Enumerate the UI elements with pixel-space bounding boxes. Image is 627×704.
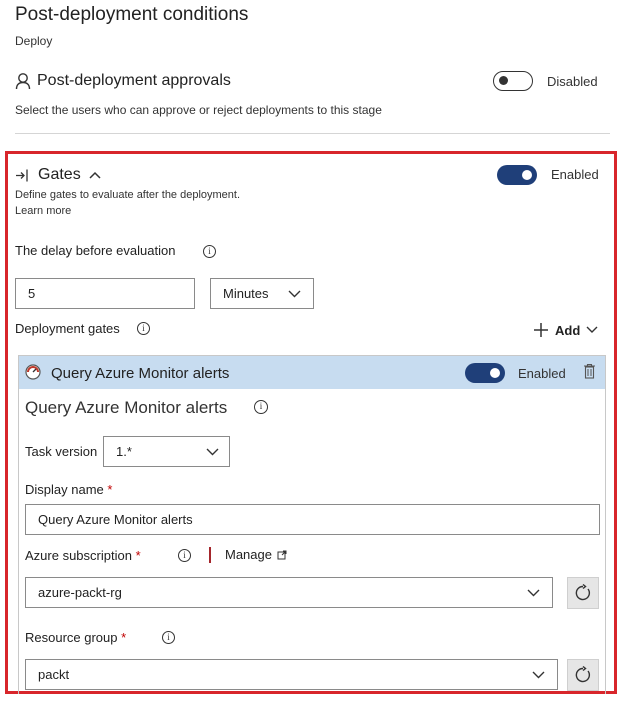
- gate-header-title: Query Azure Monitor alerts: [51, 365, 230, 382]
- manage-label: Manage: [225, 547, 272, 562]
- gate-title-info-icon[interactable]: i: [254, 400, 268, 414]
- section-divider: [15, 133, 610, 134]
- subscription-select[interactable]: azure-packt-rg: [25, 577, 553, 608]
- display-name-input[interactable]: Query Azure Monitor alerts: [25, 504, 600, 535]
- approvals-toggle[interactable]: [493, 71, 533, 91]
- refresh-resource-group-button[interactable]: [567, 659, 599, 691]
- required-marker: *: [135, 548, 141, 563]
- chevron-down-icon: [586, 326, 598, 333]
- gate-arrow-icon: [16, 169, 28, 181]
- plus-icon: [534, 323, 548, 337]
- manage-link[interactable]: Manage: [225, 547, 287, 562]
- approvals-label: Post-deployment approvals: [37, 72, 231, 89]
- separator: [209, 547, 211, 563]
- chevron-up-icon[interactable]: [89, 171, 101, 179]
- delay-info-icon[interactable]: i: [203, 245, 216, 258]
- gates-label: Gates: [38, 166, 81, 183]
- add-gate-button[interactable]: Add: [533, 322, 598, 338]
- required-marker: *: [107, 482, 113, 497]
- gate-item-toggle-label: Enabled: [518, 366, 566, 381]
- chevron-down-icon: [206, 448, 219, 456]
- subscription-label-text: Azure subscription: [25, 548, 132, 563]
- chevron-down-icon: [532, 671, 545, 679]
- refresh-subscription-button[interactable]: [567, 577, 599, 609]
- task-version-select[interactable]: 1.*: [103, 436, 230, 467]
- gates-description: Define gates to evaluate after the deplo…: [15, 189, 241, 201]
- deployment-gates-label: Deployment gates: [15, 321, 120, 336]
- resource-group-value: packt: [38, 667, 70, 682]
- delay-input[interactable]: 5: [15, 278, 195, 309]
- delay-label: The delay before evaluation: [15, 243, 176, 258]
- gates-toggle[interactable]: [497, 165, 537, 185]
- task-version-value: 1.*: [116, 444, 132, 459]
- external-link-icon: [277, 550, 287, 559]
- delay-unit-value: Minutes: [223, 286, 269, 301]
- learn-more-link[interactable]: Learn more: [15, 205, 71, 217]
- delay-unit-select[interactable]: Minutes: [210, 278, 314, 309]
- subscription-label: Azure subscription *: [25, 548, 141, 563]
- subscription-value: azure-packt-rg: [38, 585, 122, 600]
- deployment-gates-info-icon[interactable]: i: [137, 322, 150, 335]
- delay-value: 5: [28, 286, 36, 301]
- resource-group-info-icon[interactable]: i: [162, 631, 175, 644]
- approvals-toggle-label: Disabled: [547, 74, 598, 89]
- gates-header[interactable]: Gates: [15, 166, 101, 184]
- refresh-icon: [575, 666, 591, 683]
- task-version-label: Task version: [25, 444, 98, 459]
- page-subtitle: Deploy: [15, 34, 53, 48]
- approvals-description: Select the users who can approve or reje…: [15, 103, 382, 117]
- chevron-down-icon: [527, 589, 540, 597]
- refresh-icon: [575, 584, 591, 601]
- resource-group-label: Resource group *: [25, 630, 126, 645]
- chevron-down-icon: [288, 290, 301, 298]
- gate-title: Query Azure Monitor alerts: [25, 398, 228, 417]
- resource-group-select[interactable]: packt: [25, 659, 558, 690]
- gates-toggle-label: Enabled: [551, 167, 599, 182]
- trash-icon[interactable]: [583, 363, 596, 379]
- subscription-info-icon[interactable]: i: [178, 549, 191, 562]
- page-title: Post-deployment conditions: [15, 4, 249, 25]
- display-name-label: Display name *: [25, 482, 112, 497]
- resource-group-label-text: Resource group: [25, 630, 118, 645]
- display-name-value: Query Azure Monitor alerts: [38, 512, 193, 527]
- required-marker: *: [121, 630, 127, 645]
- add-label: Add: [555, 322, 581, 338]
- approvals-header[interactable]: Post-deployment approvals: [15, 72, 231, 90]
- display-name-label-text: Display name: [25, 482, 104, 497]
- gate-item-toggle[interactable]: [465, 363, 505, 383]
- alert-gauge-icon: [25, 364, 41, 380]
- person-icon: [15, 73, 31, 90]
